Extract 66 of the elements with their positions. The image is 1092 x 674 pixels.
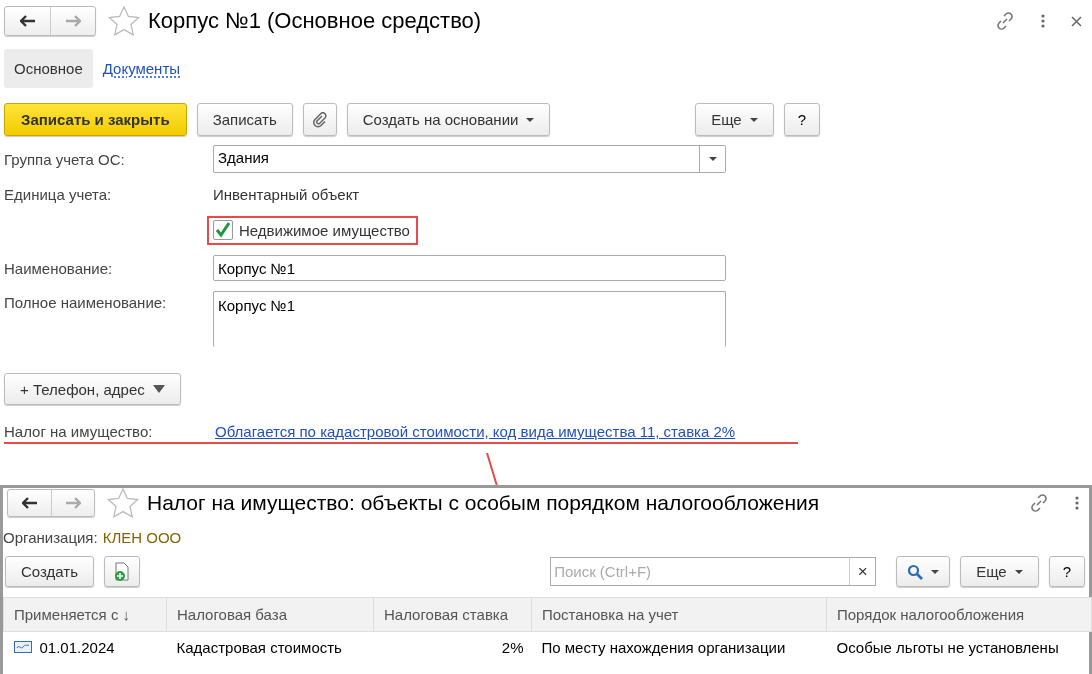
link-icon[interactable] bbox=[995, 11, 1015, 31]
table-cell: 2% bbox=[373, 631, 532, 662]
help-button[interactable]: ? bbox=[783, 103, 820, 136]
create-based-button[interactable]: Создать на основании bbox=[346, 103, 551, 136]
paperclip-icon bbox=[311, 111, 328, 128]
add-file-button[interactable] bbox=[104, 556, 140, 587]
select-field[interactable]: Здания bbox=[213, 145, 726, 173]
tax-link[interactable]: Облагается по кадастровой стоимости, код вида имущества 11, ставка 2% bbox=[215, 423, 736, 440]
checkbox[interactable] bbox=[213, 220, 233, 240]
field-label: Налог на имущество: bbox=[4, 423, 154, 440]
more-button[interactable]: Еще bbox=[695, 103, 774, 136]
more-icon[interactable] bbox=[1075, 496, 1079, 510]
organization-value[interactable]: КЛЕН ООО bbox=[102, 529, 182, 546]
field-value: Инвентарный объект bbox=[213, 185, 361, 205]
more-icon[interactable] bbox=[1041, 14, 1045, 28]
create-button[interactable]: Создать bbox=[5, 556, 94, 587]
more-button[interactable]: Еще bbox=[960, 556, 1039, 587]
column-header[interactable]: Постановка на учет bbox=[531, 597, 827, 632]
arrow-right-icon bbox=[65, 497, 81, 509]
star-icon[interactable] bbox=[107, 488, 139, 518]
arrow-left-icon bbox=[21, 497, 38, 509]
close-icon bbox=[1071, 15, 1082, 27]
table-cell: 01.01.2024 bbox=[39, 638, 115, 656]
dropdown-button[interactable] bbox=[699, 146, 725, 172]
tab[interactable]: Документы bbox=[92, 49, 191, 88]
input-field[interactable]: Корпус №1 bbox=[213, 255, 726, 281]
window-title: Корпус №1 (Основное средство) bbox=[148, 8, 483, 34]
field-label: Полное наименование: bbox=[4, 293, 168, 311]
table-cell: Кадастровая стоимость bbox=[166, 631, 374, 662]
column-header[interactable]: Налоговая база bbox=[166, 597, 374, 632]
tab[interactable]: Основное bbox=[4, 49, 93, 88]
attach-button[interactable] bbox=[302, 103, 337, 136]
field-label: Наименование: bbox=[4, 259, 114, 277]
caret-icon bbox=[1014, 569, 1023, 574]
search-icon bbox=[907, 563, 924, 580]
document-plus-icon bbox=[113, 561, 131, 582]
search-field[interactable]: Поиск (Ctrl+F) × bbox=[550, 557, 877, 586]
save-button[interactable]: Записать bbox=[196, 103, 293, 136]
caret-icon bbox=[931, 569, 940, 574]
triangle-down-icon bbox=[152, 385, 165, 393]
star-icon[interactable] bbox=[108, 6, 140, 36]
leader-line bbox=[486, 453, 498, 486]
window-title: Налог на имущество: объекты с особым порядком налогообложения bbox=[147, 491, 821, 515]
help-button[interactable]: ? bbox=[1048, 556, 1085, 587]
column-header[interactable]: Порядок налогообложения bbox=[826, 597, 1092, 632]
checkbox-label[interactable]: Недвижимое имущество bbox=[239, 221, 410, 239]
save-close-button[interactable]: Записать и закрыть bbox=[4, 103, 187, 136]
arrow-right-icon bbox=[65, 15, 81, 27]
column-header[interactable]: Применяется с ↓ bbox=[3, 597, 167, 632]
table-cell: Особые льготы не установлены bbox=[826, 631, 1092, 662]
check-icon bbox=[215, 222, 231, 238]
sort-arrow: ↓ bbox=[122, 606, 131, 623]
column-header[interactable]: Налоговая ставка bbox=[373, 597, 532, 632]
field-label: Организация: bbox=[3, 529, 98, 546]
link-icon[interactable] bbox=[1029, 493, 1049, 513]
search-button[interactable] bbox=[896, 556, 951, 587]
contact-button[interactable]: + Телефон, адрес bbox=[4, 373, 181, 405]
caret-icon bbox=[526, 117, 535, 122]
arrow-left-icon bbox=[19, 15, 36, 27]
field-label: Группа учета ОС: bbox=[4, 150, 126, 168]
record-icon bbox=[13, 641, 32, 653]
table-cell: По месту нахождения организации bbox=[531, 631, 827, 662]
text-area[interactable]: Корпус №1 bbox=[213, 291, 726, 347]
field-label: Единица учета: bbox=[4, 186, 113, 203]
caret-icon bbox=[708, 157, 717, 161]
caret-icon bbox=[749, 117, 758, 122]
